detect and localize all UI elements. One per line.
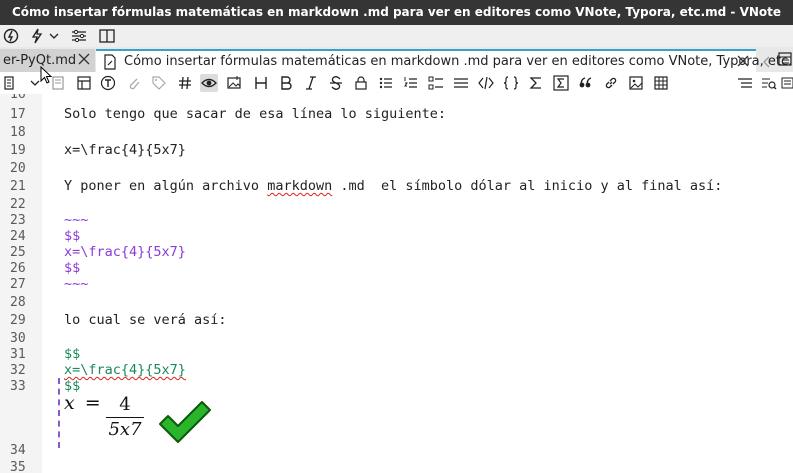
tab-list-icon[interactable] [778, 51, 792, 71]
close-icon[interactable] [77, 52, 91, 66]
more-icon[interactable] [781, 74, 793, 92]
image-icon[interactable] [225, 74, 243, 92]
line-number: 26 [10, 261, 26, 276]
attachment-icon[interactable] [125, 74, 143, 92]
math-delimiter-line: $$ [64, 346, 81, 362]
code-line: $$ [64, 260, 81, 276]
tab-current-note[interactable]: Cómo insertar fórmulas matemáticas en ma… [96, 49, 793, 74]
settings-sliders-icon[interactable] [70, 27, 88, 45]
line-number: 19 [10, 143, 26, 158]
split-view-icon[interactable] [98, 27, 116, 45]
tab-bar: er-PyQt.md Cómo insertar fórmulas matemá… [0, 47, 793, 72]
code-line: x=\frac{4}{5x7} [64, 244, 186, 260]
top-bar [0, 25, 793, 48]
text-line: Y poner en algún archivo markdown .md el… [64, 178, 722, 194]
line-number: 32 [10, 363, 26, 378]
task-list-icon[interactable] [427, 74, 445, 92]
heading-icon[interactable] [252, 74, 270, 92]
insert-image-icon[interactable] [627, 74, 645, 92]
line-number: 27 [10, 277, 26, 292]
line-number: 31 [10, 347, 26, 362]
code-fence-line: ~~~ [64, 276, 89, 292]
line-number: 18 [10, 125, 26, 140]
code-fence-line: ~~~ [64, 212, 89, 228]
strikethrough-icon[interactable] [327, 74, 345, 92]
line-number: 25 [10, 245, 26, 260]
editor-toolbar [0, 72, 793, 95]
code-line: $$ [64, 228, 81, 244]
text-segment: .md el símbolo dólar al inicio y al fina… [332, 178, 723, 194]
ordered-list-icon[interactable] [402, 74, 420, 92]
scroll-tabs-left-icon[interactable] [762, 53, 772, 72]
line-number: 16 [10, 94, 26, 102]
text-segment: Y poner en algún archivo [64, 178, 268, 194]
editor-area[interactable]: 16 17 18 19 20 21 22 23 24 25 26 27 28 2… [0, 94, 793, 473]
tag-icon[interactable] [150, 74, 168, 92]
line-number: 17 [10, 107, 26, 122]
table-icon[interactable] [652, 74, 670, 92]
bold-icon[interactable] [277, 74, 295, 92]
misspelled-word: markdown [267, 178, 333, 194]
line-number: 24 [10, 229, 26, 244]
italic-icon[interactable] [302, 74, 320, 92]
unordered-list-icon[interactable] [377, 74, 395, 92]
quote-icon[interactable] [577, 74, 595, 92]
math-icon[interactable] [527, 74, 545, 92]
math-preview-lhs: x = [64, 392, 101, 414]
text-line: Solo tengo que sacar de esa línea lo sig… [64, 106, 447, 122]
tab-label: Cómo insertar fórmulas matemáticas en ma… [124, 54, 793, 69]
line-number: 20 [10, 161, 26, 176]
window-title: Cómo insertar fórmulas matemáticas en ma… [0, 0, 793, 25]
outline-icon[interactable] [2, 74, 20, 92]
line-number: 22 [10, 197, 26, 212]
math-block-icon[interactable] [552, 74, 570, 92]
code-icon[interactable] [477, 74, 495, 92]
line-number: 30 [10, 331, 26, 346]
document-edit-icon [103, 54, 117, 74]
line-number: 28 [10, 295, 26, 310]
text-icon[interactable] [99, 74, 117, 92]
lock-icon[interactable] [352, 74, 370, 92]
text-line: x=\frac{4}{5x7} [64, 142, 186, 158]
view-list-icon[interactable] [736, 74, 754, 92]
chevron-down-icon[interactable] [49, 27, 59, 45]
line-number: 34 [10, 443, 26, 458]
math-variable: x [64, 392, 75, 414]
inline-code-icon[interactable] [452, 74, 470, 92]
math-fraction: 4 5x7 [106, 394, 144, 441]
fraction-denominator: 5x7 [108, 419, 142, 440]
read-mode-icon[interactable] [200, 74, 218, 92]
close-icon[interactable] [736, 54, 750, 68]
panel-icon[interactable] [75, 74, 93, 92]
math-equals: = [84, 392, 101, 414]
text-line: lo cual se verá así: [64, 312, 227, 328]
code-block-icon[interactable] [502, 74, 520, 92]
link-icon[interactable] [602, 74, 620, 92]
fraction-numerator: 4 [119, 394, 131, 415]
line-number: 29 [10, 313, 26, 328]
mouse-cursor-icon [40, 65, 53, 88]
line-number: 35 [10, 460, 26, 473]
fraction-bar [106, 417, 144, 418]
flash-icon[interactable] [28, 27, 46, 45]
hash-icon[interactable] [176, 74, 194, 92]
line-number: 21 [10, 179, 26, 194]
line-number: 33 [10, 379, 26, 394]
check-mark-icon [156, 400, 212, 448]
line-number: 23 [10, 213, 26, 228]
power-icon[interactable] [2, 27, 20, 45]
find-replace-icon[interactable] [760, 74, 778, 92]
math-line: x=\frac{4}{5x7} [64, 362, 186, 378]
math-preview-marker [58, 378, 60, 448]
expand-icon[interactable] [30, 74, 40, 92]
